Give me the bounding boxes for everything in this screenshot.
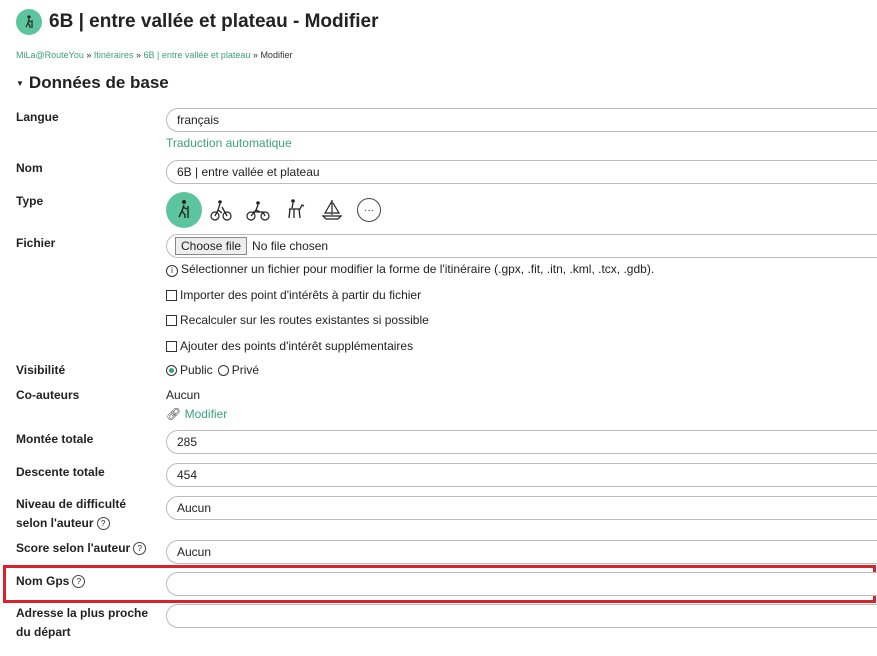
- cycling-icon[interactable]: [203, 192, 239, 228]
- adresse-label-line2: du départ: [16, 625, 71, 639]
- radio-prive[interactable]: [217, 364, 229, 376]
- checkbox-box[interactable]: [166, 340, 177, 352]
- score-label: Score selon l'auteur?: [16, 539, 147, 558]
- nom-label: Nom: [16, 161, 43, 175]
- info-icon: i: [166, 265, 178, 277]
- type-label: Type: [16, 194, 44, 208]
- adresse-label-line1: Adresse la plus proche: [16, 606, 149, 620]
- visibilite-label: Visibilité: [16, 363, 66, 377]
- help-icon[interactable]: ?: [133, 542, 147, 556]
- checkbox-box[interactable]: [166, 314, 177, 326]
- coauteurs-modify-link[interactable]: 🔗︎ Modifier: [166, 407, 227, 421]
- montee-label: Montée totale: [16, 432, 94, 446]
- checkbox-import-poi[interactable]: Importer des point d'intérêts à partir d…: [166, 288, 421, 302]
- montee-input[interactable]: 285: [166, 430, 877, 454]
- file-status: No file chosen: [252, 239, 329, 253]
- checkbox-label: Importer des point d'intérêts à partir d…: [180, 288, 422, 302]
- checkbox-label: Recalculer sur les routes existantes si …: [180, 313, 429, 327]
- adresse-label: Adresse la plus proche du départ: [16, 604, 148, 642]
- checkbox-add-poi[interactable]: Ajouter des points d'intérêt supplémenta…: [166, 339, 413, 353]
- caret-down-icon: ▼: [16, 78, 24, 88]
- more-icon[interactable]: ···: [357, 198, 381, 222]
- file-info: i Sélectionner un fichier pour modifier l…: [166, 262, 654, 277]
- breadcrumb-route[interactable]: 6B | entre vallée et plateau: [143, 50, 250, 60]
- modify-link-label: Modifier: [184, 407, 228, 421]
- score-label-text: Score selon l'auteur: [16, 541, 131, 555]
- langue-label: Langue: [16, 110, 59, 124]
- descente-input[interactable]: 454: [166, 463, 877, 487]
- file-info-text: Sélectionner un fichier pour modifier la…: [181, 262, 655, 276]
- difficulte-label-line2: selon l'auteur: [16, 516, 94, 530]
- sailing-icon[interactable]: [314, 192, 350, 228]
- visibility-radios: Public Privé: [166, 363, 259, 377]
- section-title: Données de base: [28, 73, 169, 92]
- type-selector: ···: [166, 192, 381, 228]
- nomgps-label-text: Nom Gps: [16, 574, 70, 588]
- coauteurs-label: Co-auteurs: [16, 388, 80, 402]
- file-input: Choose file No file chosen: [166, 234, 877, 258]
- nomgps-label: Nom Gps?: [16, 572, 86, 591]
- nom-input[interactable]: 6B | entre vallée et plateau: [166, 160, 877, 184]
- adresse-input[interactable]: [166, 604, 877, 628]
- checkbox-recalculate[interactable]: Recalculer sur les routes existantes si …: [166, 313, 429, 327]
- choose-file-button[interactable]: Choose file: [175, 237, 248, 255]
- page-header: 6B | entre vallée et plateau - Modifier: [16, 9, 378, 35]
- difficulte-label-line1: Niveau de difficulté: [16, 497, 127, 511]
- page-title: 6B | entre vallée et plateau - Modifier: [49, 11, 379, 32]
- link-icon: 🔗︎: [166, 407, 182, 421]
- nomgps-input[interactable]: [166, 572, 877, 596]
- breadcrumb-itineraires[interactable]: Itinéraires: [94, 50, 134, 60]
- score-select[interactable]: Aucun: [166, 540, 877, 564]
- motorbike-icon[interactable]: [240, 192, 276, 228]
- fichier-label: Fichier: [16, 236, 56, 250]
- radio-prive-label: Privé: [231, 363, 260, 377]
- help-icon[interactable]: ?: [96, 517, 110, 531]
- hiker-icon: [16, 9, 42, 35]
- coauteurs-value: Aucun: [166, 388, 201, 402]
- checkbox-box[interactable]: [166, 289, 177, 301]
- breadcrumb-separator: »: [86, 50, 92, 60]
- breadcrumb: MiLa@RouteYou » Itinéraires » 6B | entre…: [16, 50, 292, 60]
- breadcrumb-separator: »: [252, 50, 258, 60]
- section-toggle[interactable]: ▼ Données de base: [16, 73, 169, 93]
- breadcrumb-separator: »: [135, 50, 141, 60]
- langue-select[interactable]: français: [166, 108, 877, 132]
- horse-riding-icon[interactable]: [277, 192, 313, 228]
- radio-public[interactable]: [166, 364, 177, 376]
- breadcrumb-home[interactable]: MiLa@RouteYou: [16, 50, 84, 60]
- difficulte-select[interactable]: Aucun: [166, 496, 877, 520]
- descente-label: Descente totale: [16, 465, 105, 479]
- help-icon[interactable]: ?: [72, 575, 86, 589]
- breadcrumb-current: Modifier: [260, 50, 293, 60]
- auto-translate-link[interactable]: Traduction automatique: [166, 136, 292, 150]
- checkbox-label: Ajouter des points d'intérêt supplémenta…: [180, 339, 414, 353]
- difficulte-label: Niveau de difficulté selon l'auteur?: [16, 495, 126, 533]
- radio-public-label: Public: [180, 363, 213, 377]
- walking-icon[interactable]: [166, 192, 202, 228]
